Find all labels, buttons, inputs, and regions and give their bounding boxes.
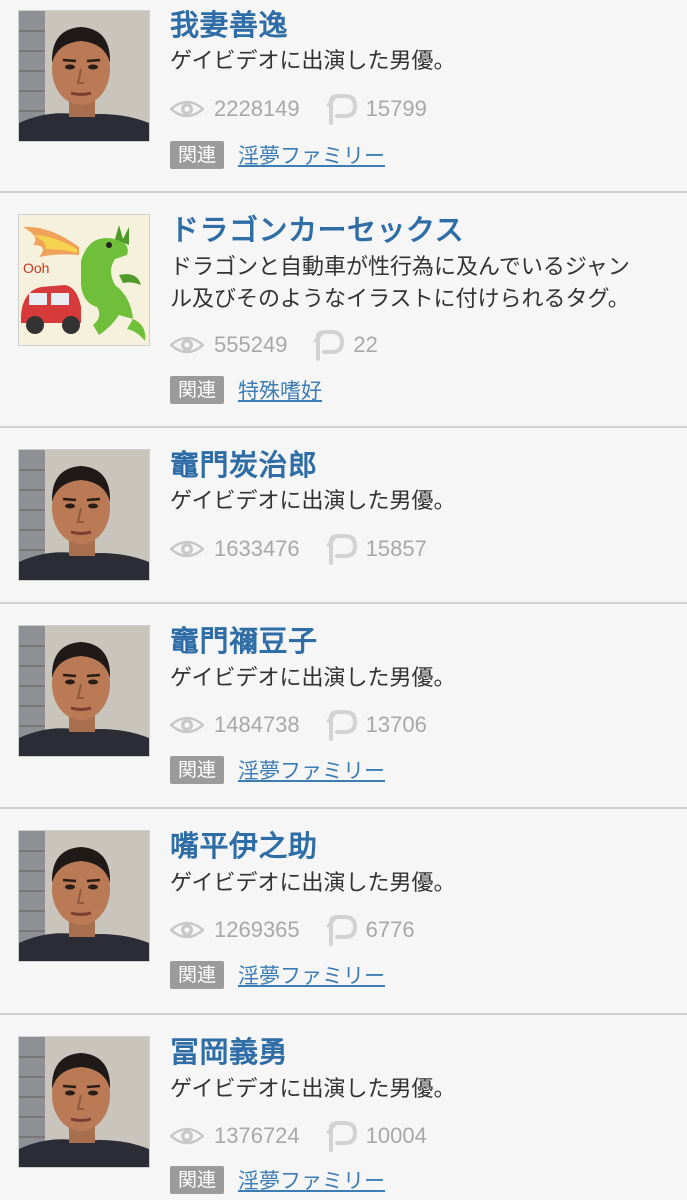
pixiv-count: 13706 <box>365 712 427 737</box>
related-tag-link[interactable]: 淫夢ファミリー <box>238 1165 385 1195</box>
description-line: ゲイビデオに出演した男優。 <box>170 1077 456 1102</box>
article-title[interactable]: 竈門炭治郎 <box>170 442 318 484</box>
pixiv-count: 6776 <box>365 917 415 942</box>
view-count: 1376724 <box>214 1123 300 1148</box>
list-item[interactable]: 竈門炭治郎 ゲイビデオに出演した男優。 1633476 15857 <box>0 428 687 604</box>
view-count: 555249 <box>214 332 288 357</box>
article-title[interactable]: 竈門禰豆子 <box>170 618 318 660</box>
related-row: 関連 淫夢ファミリー <box>170 140 385 170</box>
article-title[interactable]: ドラゴンカーセックス <box>170 207 464 249</box>
related-badge: 関連 <box>170 376 225 404</box>
related-badge: 関連 <box>170 141 225 169</box>
related-tag-link[interactable]: 淫夢ファミリー <box>238 140 385 170</box>
description-line: ゲイビデオに出演した男優。 <box>170 489 456 514</box>
list-item[interactable]: ドラゴンカーセックス ドラゴンと自動車が性行為に及んでいるジャン ル及びそのよう… <box>0 193 687 428</box>
view-count: 1484738 <box>214 712 300 737</box>
portrait-image <box>19 450 149 580</box>
eye-icon <box>170 98 204 120</box>
article-title[interactable]: 我妻善逸 <box>170 2 288 44</box>
portrait-image <box>19 1037 149 1167</box>
article-description: ゲイビデオに出演した男優。 <box>170 46 675 78</box>
related-tag-link[interactable]: 特殊嗜好 <box>238 375 322 405</box>
view-count: 2228149 <box>214 96 300 121</box>
related-badge: 関連 <box>170 961 225 989</box>
description-line: ル及びそのようなイラストに付けられるタグ。 <box>170 287 630 312</box>
stats-row: 1633476 15857 <box>170 532 427 566</box>
description-line: ドラゴンと自動車が性行為に及んでいるジャン <box>170 255 630 280</box>
related-badge: 関連 <box>170 1166 225 1194</box>
portrait-image <box>19 626 149 756</box>
description-line: ゲイビデオに出演した男優。 <box>170 871 456 896</box>
stats-row: 2228149 15799 <box>170 92 427 126</box>
pixiv-count: 15799 <box>365 96 427 121</box>
thumbnail-image[interactable] <box>18 625 150 757</box>
view-count: 1633476 <box>214 536 300 561</box>
eye-icon <box>170 714 204 736</box>
article-description: ゲイビデオに出演した男優。 <box>170 868 675 900</box>
list-item[interactable]: 嘴平伊之助 ゲイビデオに出演した男優。 1269365 6776 関連 淫夢ファ… <box>0 809 687 1015</box>
list-item[interactable]: 我妻善逸 ゲイビデオに出演した男優。 2228149 15799 関連 淫夢ファ… <box>0 0 687 193</box>
thumbnail-image[interactable] <box>18 1036 150 1168</box>
eye-icon <box>170 1125 204 1147</box>
stats-row: 1269365 6776 <box>170 913 415 947</box>
stats-row: 1376724 10004 <box>170 1119 427 1153</box>
eye-icon <box>170 919 204 941</box>
view-count: 1269365 <box>214 917 300 942</box>
description-line: ゲイビデオに出演した男優。 <box>170 49 456 74</box>
description-line: ゲイビデオに出演した男優。 <box>170 666 456 691</box>
list-item[interactable]: 冨岡義勇 ゲイビデオに出演した男優。 1376724 10004 関連 淫夢ファ… <box>0 1015 687 1200</box>
stats-row: 1484738 13706 <box>170 708 427 742</box>
related-row: 関連 特殊嗜好 <box>170 375 322 405</box>
article-list: 我妻善逸 ゲイビデオに出演した男優。 2228149 15799 関連 淫夢ファ… <box>0 0 687 1200</box>
pixiv-count: 15857 <box>365 536 427 561</box>
related-row: 関連 淫夢ファミリー <box>170 1165 385 1195</box>
thumbnail-image[interactable] <box>18 449 150 581</box>
thumbnail-image[interactable] <box>18 214 150 346</box>
related-row: 関連 淫夢ファミリー <box>170 960 385 990</box>
article-title[interactable]: 冨岡義勇 <box>170 1029 288 1071</box>
pixiv-icon <box>326 93 358 125</box>
pixiv-icon <box>326 533 358 565</box>
pixiv-icon <box>326 1120 358 1152</box>
article-description: ゲイビデオに出演した男優。 <box>170 486 675 518</box>
pixiv-count: 22 <box>353 332 378 357</box>
portrait-image <box>19 831 149 961</box>
related-badge: 関連 <box>170 756 225 784</box>
related-tag-link[interactable]: 淫夢ファミリー <box>238 960 385 990</box>
thumbnail-image[interactable] <box>18 830 150 962</box>
list-item[interactable]: 竈門禰豆子 ゲイビデオに出演した男優。 1484738 13706 関連 淫夢フ… <box>0 604 687 809</box>
related-row: 関連 淫夢ファミリー <box>170 755 385 785</box>
dragon-car-image <box>19 215 149 345</box>
pixiv-count: 10004 <box>365 1123 427 1148</box>
eye-icon <box>170 538 204 560</box>
related-tag-link[interactable]: 淫夢ファミリー <box>238 755 385 785</box>
pixiv-icon <box>313 329 345 361</box>
article-title[interactable]: 嘴平伊之助 <box>170 823 318 865</box>
pixiv-icon <box>326 914 358 946</box>
portrait-image <box>19 11 149 141</box>
article-description: ゲイビデオに出演した男優。 <box>170 663 675 695</box>
article-description: ドラゴンと自動車が性行為に及んでいるジャン ル及びそのようなイラストに付けられる… <box>170 252 675 316</box>
eye-icon <box>170 334 204 356</box>
article-description: ゲイビデオに出演した男優。 <box>170 1074 675 1106</box>
stats-row: 555249 22 <box>170 328 378 362</box>
thumbnail-image[interactable] <box>18 10 150 142</box>
pixiv-icon <box>326 709 358 741</box>
